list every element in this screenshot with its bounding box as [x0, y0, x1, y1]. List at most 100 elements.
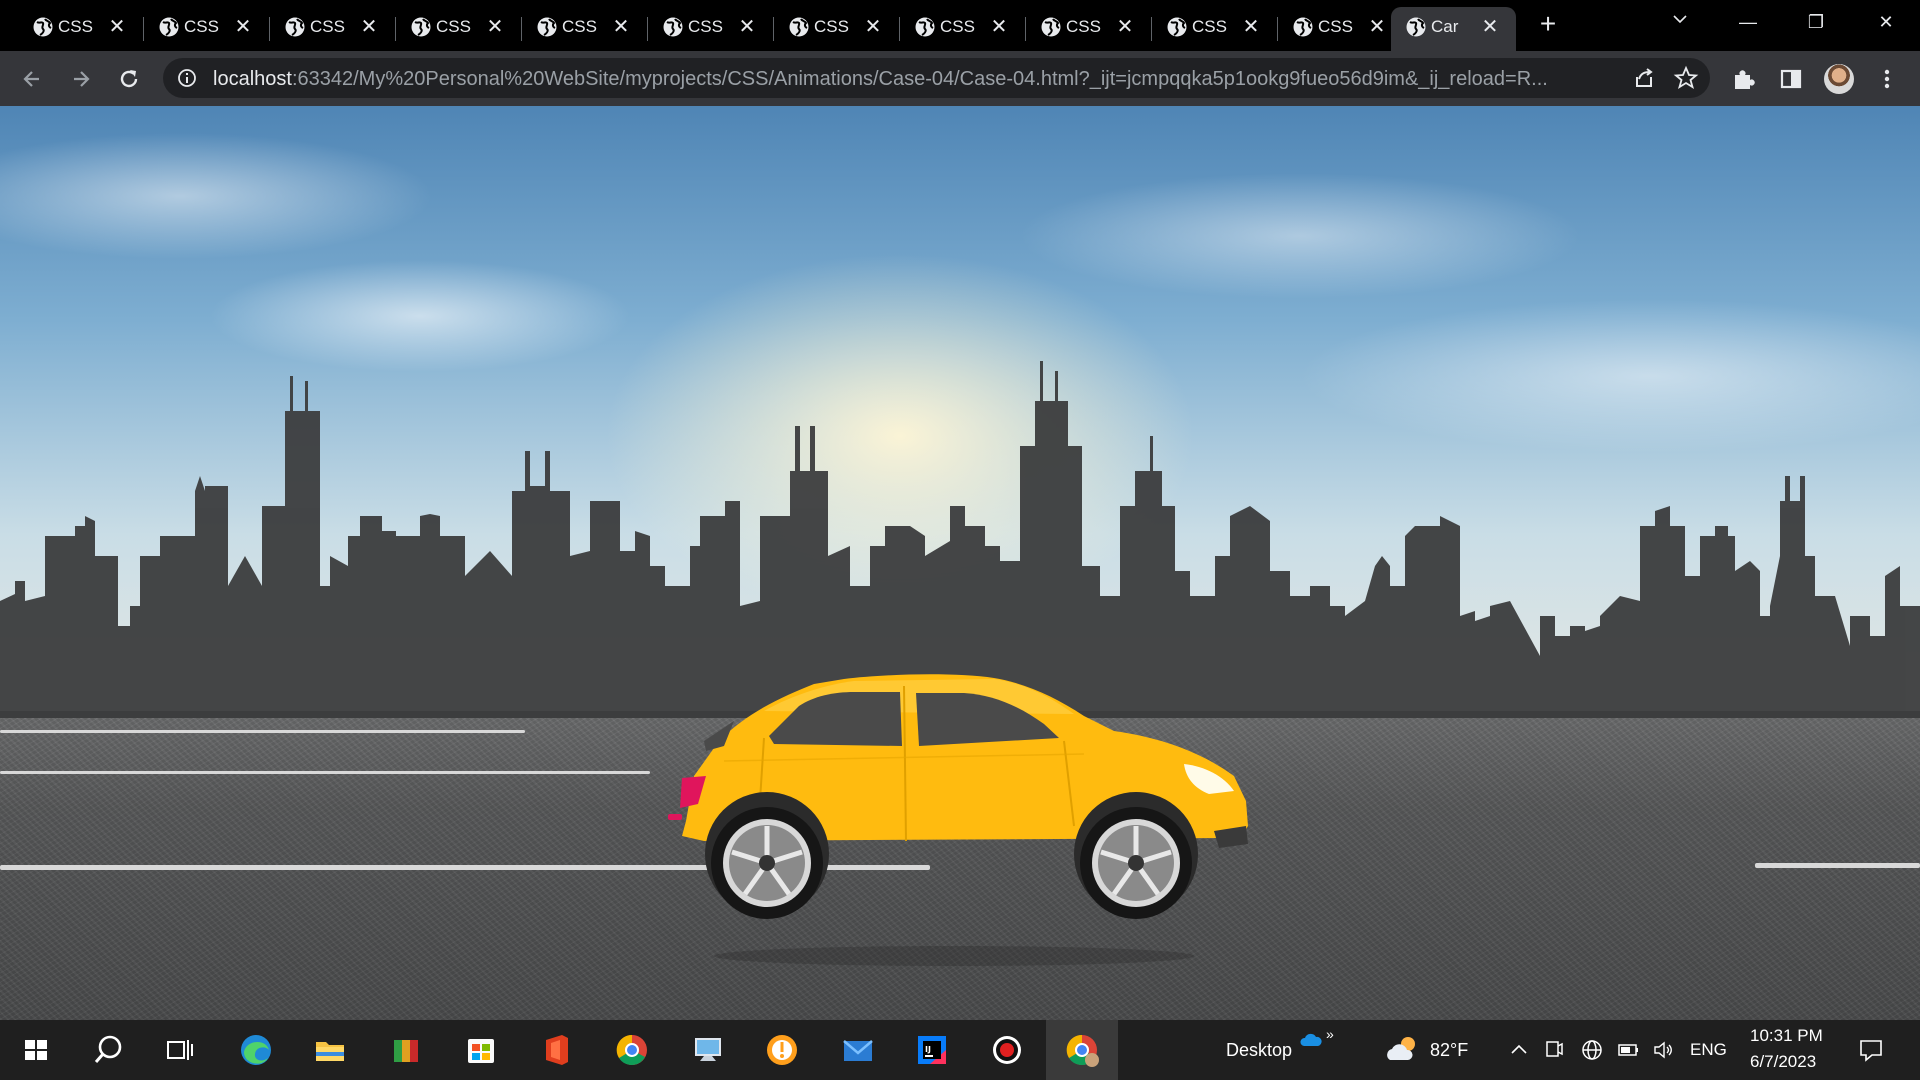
globe-icon — [789, 17, 809, 37]
browser-tab[interactable]: CSS ✕ — [1278, 7, 1391, 51]
globe-icon — [663, 17, 683, 37]
close-tab-icon[interactable]: ✕ — [1479, 16, 1501, 38]
edge-icon[interactable] — [236, 1030, 276, 1070]
close-tab-icon[interactable]: ✕ — [988, 16, 1010, 38]
chrome-icon[interactable] — [612, 1030, 652, 1070]
reload-button[interactable] — [114, 64, 144, 94]
browser-tab[interactable]: CSS ✕ — [18, 7, 144, 51]
browser-tab[interactable]: CSS ✕ — [144, 7, 270, 51]
browser-tab[interactable]: CSS ✕ — [648, 7, 774, 51]
globe-icon — [537, 17, 557, 37]
tab-title: CSS — [1066, 17, 1101, 36]
browser-tab[interactable]: Car ✕ — [1391, 7, 1516, 51]
task-view-icon[interactable] — [160, 1030, 200, 1070]
browser-tab[interactable]: CSS ✕ — [774, 7, 900, 51]
tab-title: CSS — [58, 17, 93, 36]
tab-title: CSS — [688, 17, 723, 36]
profile-avatar[interactable] — [1824, 64, 1854, 94]
meet-now-icon[interactable] — [1545, 1038, 1563, 1060]
globe-icon — [1293, 17, 1313, 37]
site-info-icon[interactable] — [177, 68, 197, 88]
lane-marking — [1755, 863, 1920, 868]
battery-icon[interactable] — [1616, 1040, 1640, 1060]
forward-arrow-icon — [74, 71, 90, 87]
more-menu-icon[interactable] — [1872, 64, 1902, 94]
close-tab-icon[interactable]: ✕ — [862, 16, 884, 38]
browser-tab[interactable]: CSS ✕ — [396, 7, 522, 51]
tab-title: CSS — [940, 17, 975, 36]
tab-title: Car — [1431, 17, 1459, 36]
new-tab-button[interactable]: + — [1536, 10, 1560, 38]
tab-search-button[interactable] — [1660, 8, 1700, 36]
vpn-icon[interactable] — [762, 1030, 802, 1070]
desktop-toolbar-label[interactable]: Desktop — [1226, 1040, 1292, 1061]
weather-partly-cloudy-icon[interactable] — [1382, 1030, 1422, 1070]
browser-tab[interactable]: CSS ✕ — [1152, 7, 1278, 51]
browser-toolbar: localhost:63342/My%20Personal%20WebSite/… — [0, 51, 1920, 106]
globe-icon — [285, 17, 305, 37]
close-tab-icon[interactable]: ✕ — [358, 16, 380, 38]
notifications-icon[interactable] — [1858, 1037, 1884, 1063]
input-language[interactable]: ENG — [1690, 1040, 1727, 1060]
microsoft-store-icon[interactable] — [461, 1030, 501, 1070]
close-tab-icon[interactable]: ✕ — [1366, 16, 1388, 38]
close-tab-icon[interactable]: ✕ — [736, 16, 758, 38]
url-text[interactable]: localhost:63342/My%20Personal%20WebSite/… — [213, 68, 1613, 91]
tab-title: CSS — [310, 17, 345, 36]
mail-icon[interactable] — [838, 1030, 878, 1070]
intellij-icon[interactable]: IJ — [912, 1030, 952, 1070]
share-icon[interactable] — [1629, 63, 1659, 93]
close-tab-icon[interactable]: ✕ — [610, 16, 632, 38]
browser-tab[interactable]: CSS ✕ — [1026, 7, 1152, 51]
reload-icon — [120, 70, 138, 88]
close-tab-icon[interactable]: ✕ — [1114, 16, 1136, 38]
globe-icon — [1041, 17, 1061, 37]
windows-taskbar: IJ Desktop » 82°F ENG 10:31 PM 6/7/2023 — [0, 1020, 1920, 1080]
chevron-up-icon[interactable] — [1510, 1042, 1528, 1056]
chevron-double-right-icon[interactable]: » — [1326, 1026, 1334, 1042]
page-viewport — [0, 106, 1920, 1020]
svg-text:IJ: IJ — [925, 1045, 931, 1054]
address-bar[interactable]: localhost:63342/My%20Personal%20WebSite/… — [163, 58, 1710, 98]
store-gift-icon[interactable] — [386, 1030, 426, 1070]
bookmark-star-icon[interactable] — [1671, 63, 1701, 93]
lane-marking — [0, 730, 525, 733]
tab-title: CSS — [814, 17, 849, 36]
chrome-profile-icon[interactable] — [1062, 1030, 1102, 1070]
chevron-down-icon — [1673, 15, 1687, 24]
close-tab-icon[interactable]: ✕ — [106, 16, 128, 38]
network-globe-icon[interactable] — [1580, 1038, 1604, 1062]
search-icon[interactable] — [88, 1030, 128, 1070]
weather-temperature[interactable]: 82°F — [1430, 1040, 1468, 1061]
close-window-button[interactable]: ✕ — [1866, 8, 1906, 36]
browser-tab-strip: + — ❐ ✕ CSS ✕ CSS ✕ CSS ✕ CSS ✕ CSS ✕ CSS ✕ CSS ✕ CSS ✕… — [0, 0, 1920, 51]
close-tab-icon[interactable]: ✕ — [232, 16, 254, 38]
start-icon[interactable] — [16, 1030, 56, 1070]
onedrive-cloud-icon[interactable] — [1300, 1032, 1322, 1048]
forward-button[interactable] — [66, 64, 96, 94]
clock-date[interactable]: 6/7/2023 — [1750, 1052, 1816, 1072]
side-panel-icon[interactable] — [1776, 64, 1806, 94]
clock-time[interactable]: 10:31 PM — [1750, 1026, 1823, 1046]
office-icon[interactable] — [536, 1030, 576, 1070]
close-tab-icon[interactable]: ✕ — [484, 16, 506, 38]
back-arrow-icon — [23, 71, 39, 87]
tab-title: CSS — [562, 17, 597, 36]
close-tab-icon[interactable]: ✕ — [1240, 16, 1262, 38]
globe-icon — [1406, 17, 1426, 37]
tab-title: CSS — [184, 17, 219, 36]
extensions-puzzle-icon[interactable] — [1728, 64, 1758, 94]
file-explorer-icon[interactable] — [310, 1030, 350, 1070]
yellow-car — [668, 674, 1248, 966]
rear-wheel — [711, 807, 823, 919]
volume-icon[interactable] — [1652, 1038, 1676, 1062]
tab-title: CSS — [1192, 17, 1227, 36]
browser-tab[interactable]: CSS ✕ — [900, 7, 1026, 51]
back-button[interactable] — [17, 64, 47, 94]
record-icon[interactable] — [987, 1030, 1027, 1070]
remote-desktop-icon[interactable] — [688, 1030, 728, 1070]
browser-tab[interactable]: CSS ✕ — [270, 7, 396, 51]
minimize-button[interactable]: — — [1728, 8, 1768, 36]
restore-button[interactable]: ❐ — [1796, 8, 1836, 36]
browser-tab[interactable]: CSS ✕ — [522, 7, 648, 51]
